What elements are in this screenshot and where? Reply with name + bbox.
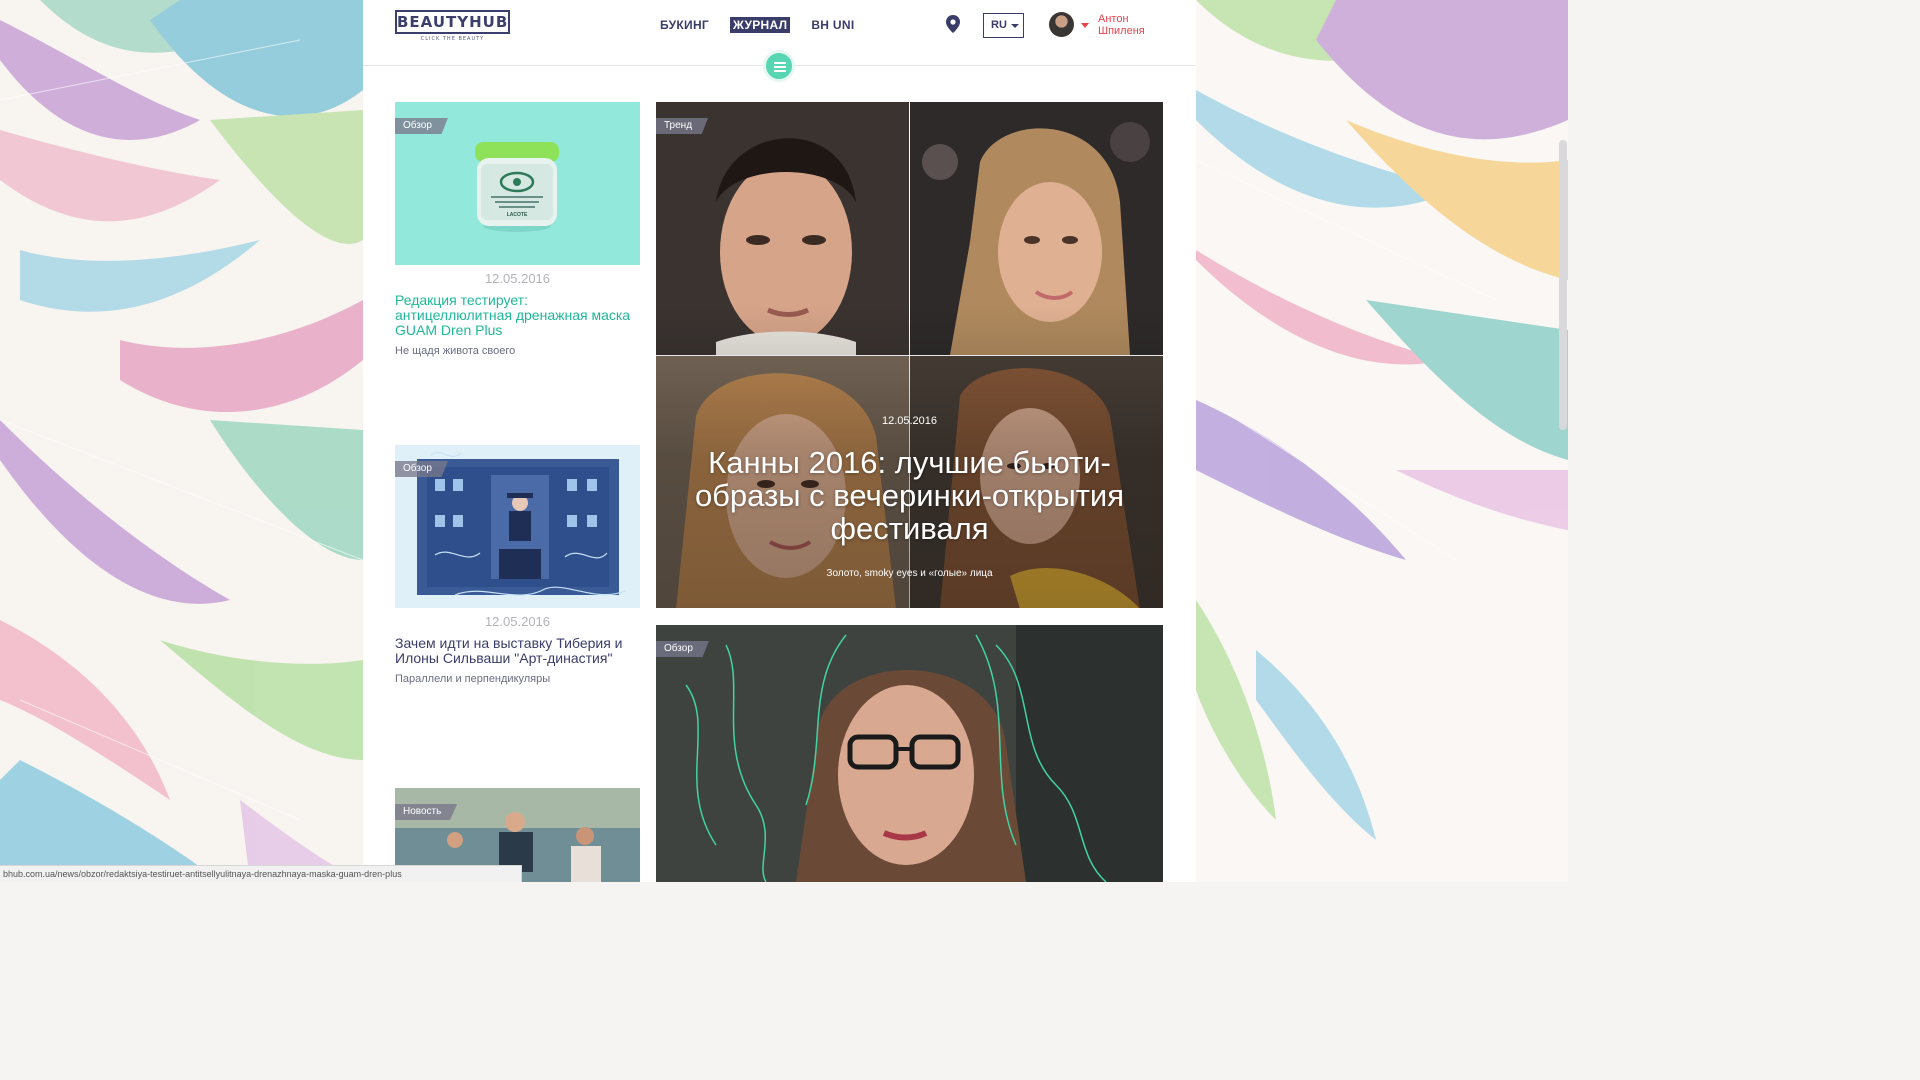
- category-badge[interactable]: Обзор: [656, 641, 709, 657]
- nav-bh-uni[interactable]: BH UNI: [808, 17, 857, 33]
- scrollbar-track[interactable]: [1557, 0, 1568, 882]
- article-date: 12.05.2016: [484, 271, 551, 286]
- feature-date: 12.05.2016: [881, 415, 938, 427]
- article-title[interactable]: Зачем идти на выставку Тиберия и Илоны С…: [395, 636, 640, 666]
- list-icon: [774, 62, 786, 74]
- category-badge[interactable]: Новость: [395, 804, 458, 820]
- nav-booking[interactable]: БУКИНГ: [657, 17, 712, 33]
- category-badge[interactable]: Обзор: [395, 461, 448, 477]
- feature-title[interactable]: Канны 2016: лучшие бьюти-образы с вечери…: [666, 446, 1153, 545]
- article-subtitle: Не щадя живота своего: [395, 345, 516, 357]
- chevron-down-icon: [1011, 24, 1019, 28]
- category-badge[interactable]: Тренд: [656, 118, 709, 134]
- article-subtitle: Параллели и перпендикуляры: [395, 673, 551, 685]
- right-tropical-background: [1196, 0, 1568, 882]
- site-logo[interactable]: BEAUTYHUB: [395, 10, 510, 34]
- language-select[interactable]: RU: [983, 13, 1024, 38]
- scrollbar-thumb[interactable]: [1559, 140, 1567, 430]
- article-card[interactable]: Обзор 12.05.2016 Зачем идти на выставку …: [395, 445, 640, 685]
- browser-status-url: bhub.com.ua/news/obzor/redaktsiya-testir…: [0, 865, 522, 882]
- article-card[interactable]: LACOTE Обзор 12.05.2016 Редакция тестиру…: [395, 102, 640, 357]
- left-tropical-background: [0, 0, 363, 882]
- user-first-name: Антон: [1098, 13, 1129, 25]
- article-title[interactable]: Редакция тестирует: антицеллюлитная дрен…: [395, 293, 640, 338]
- main-content: BEAUTYHUB CLICK THE BEAUTY БУКИНГ ЖУРНАЛ…: [363, 0, 1196, 882]
- user-last-name: Шпиленя: [1098, 25, 1145, 37]
- article-image[interactable]: Обзор: [395, 445, 640, 608]
- feature-subtitle: Золото, smoky eyes и «голые» лица: [826, 568, 993, 579]
- article-date: 12.05.2016: [484, 614, 551, 629]
- language-value: RU: [991, 19, 1007, 31]
- location-pin-icon[interactable]: [946, 15, 960, 33]
- jar-label: LACOTE: [507, 212, 528, 218]
- featured-article[interactable]: Тренд 12.05.2016 Канны 2016: лучшие бьют…: [656, 102, 1163, 608]
- article-image[interactable]: LACOTE Обзор: [395, 102, 640, 265]
- user-name[interactable]: Антон Шпиленя: [1098, 13, 1168, 37]
- nav-journal[interactable]: ЖУРНАЛ: [730, 17, 791, 33]
- user-avatar[interactable]: [1049, 12, 1074, 37]
- portrait-image: [656, 625, 1163, 882]
- site-header: BEAUTYHUB CLICK THE BEAUTY БУКИНГ ЖУРНАЛ…: [363, 0, 1196, 82]
- user-menu-caret-icon[interactable]: [1081, 23, 1089, 28]
- list-menu-button[interactable]: [763, 50, 795, 82]
- logo-tagline: CLICK THE BEAUTY: [420, 36, 485, 42]
- featured-article[interactable]: Обзор: [656, 625, 1163, 882]
- main-nav: БУКИНГ ЖУРНАЛ BH UNI: [657, 17, 857, 33]
- category-badge[interactable]: Обзор: [395, 118, 448, 134]
